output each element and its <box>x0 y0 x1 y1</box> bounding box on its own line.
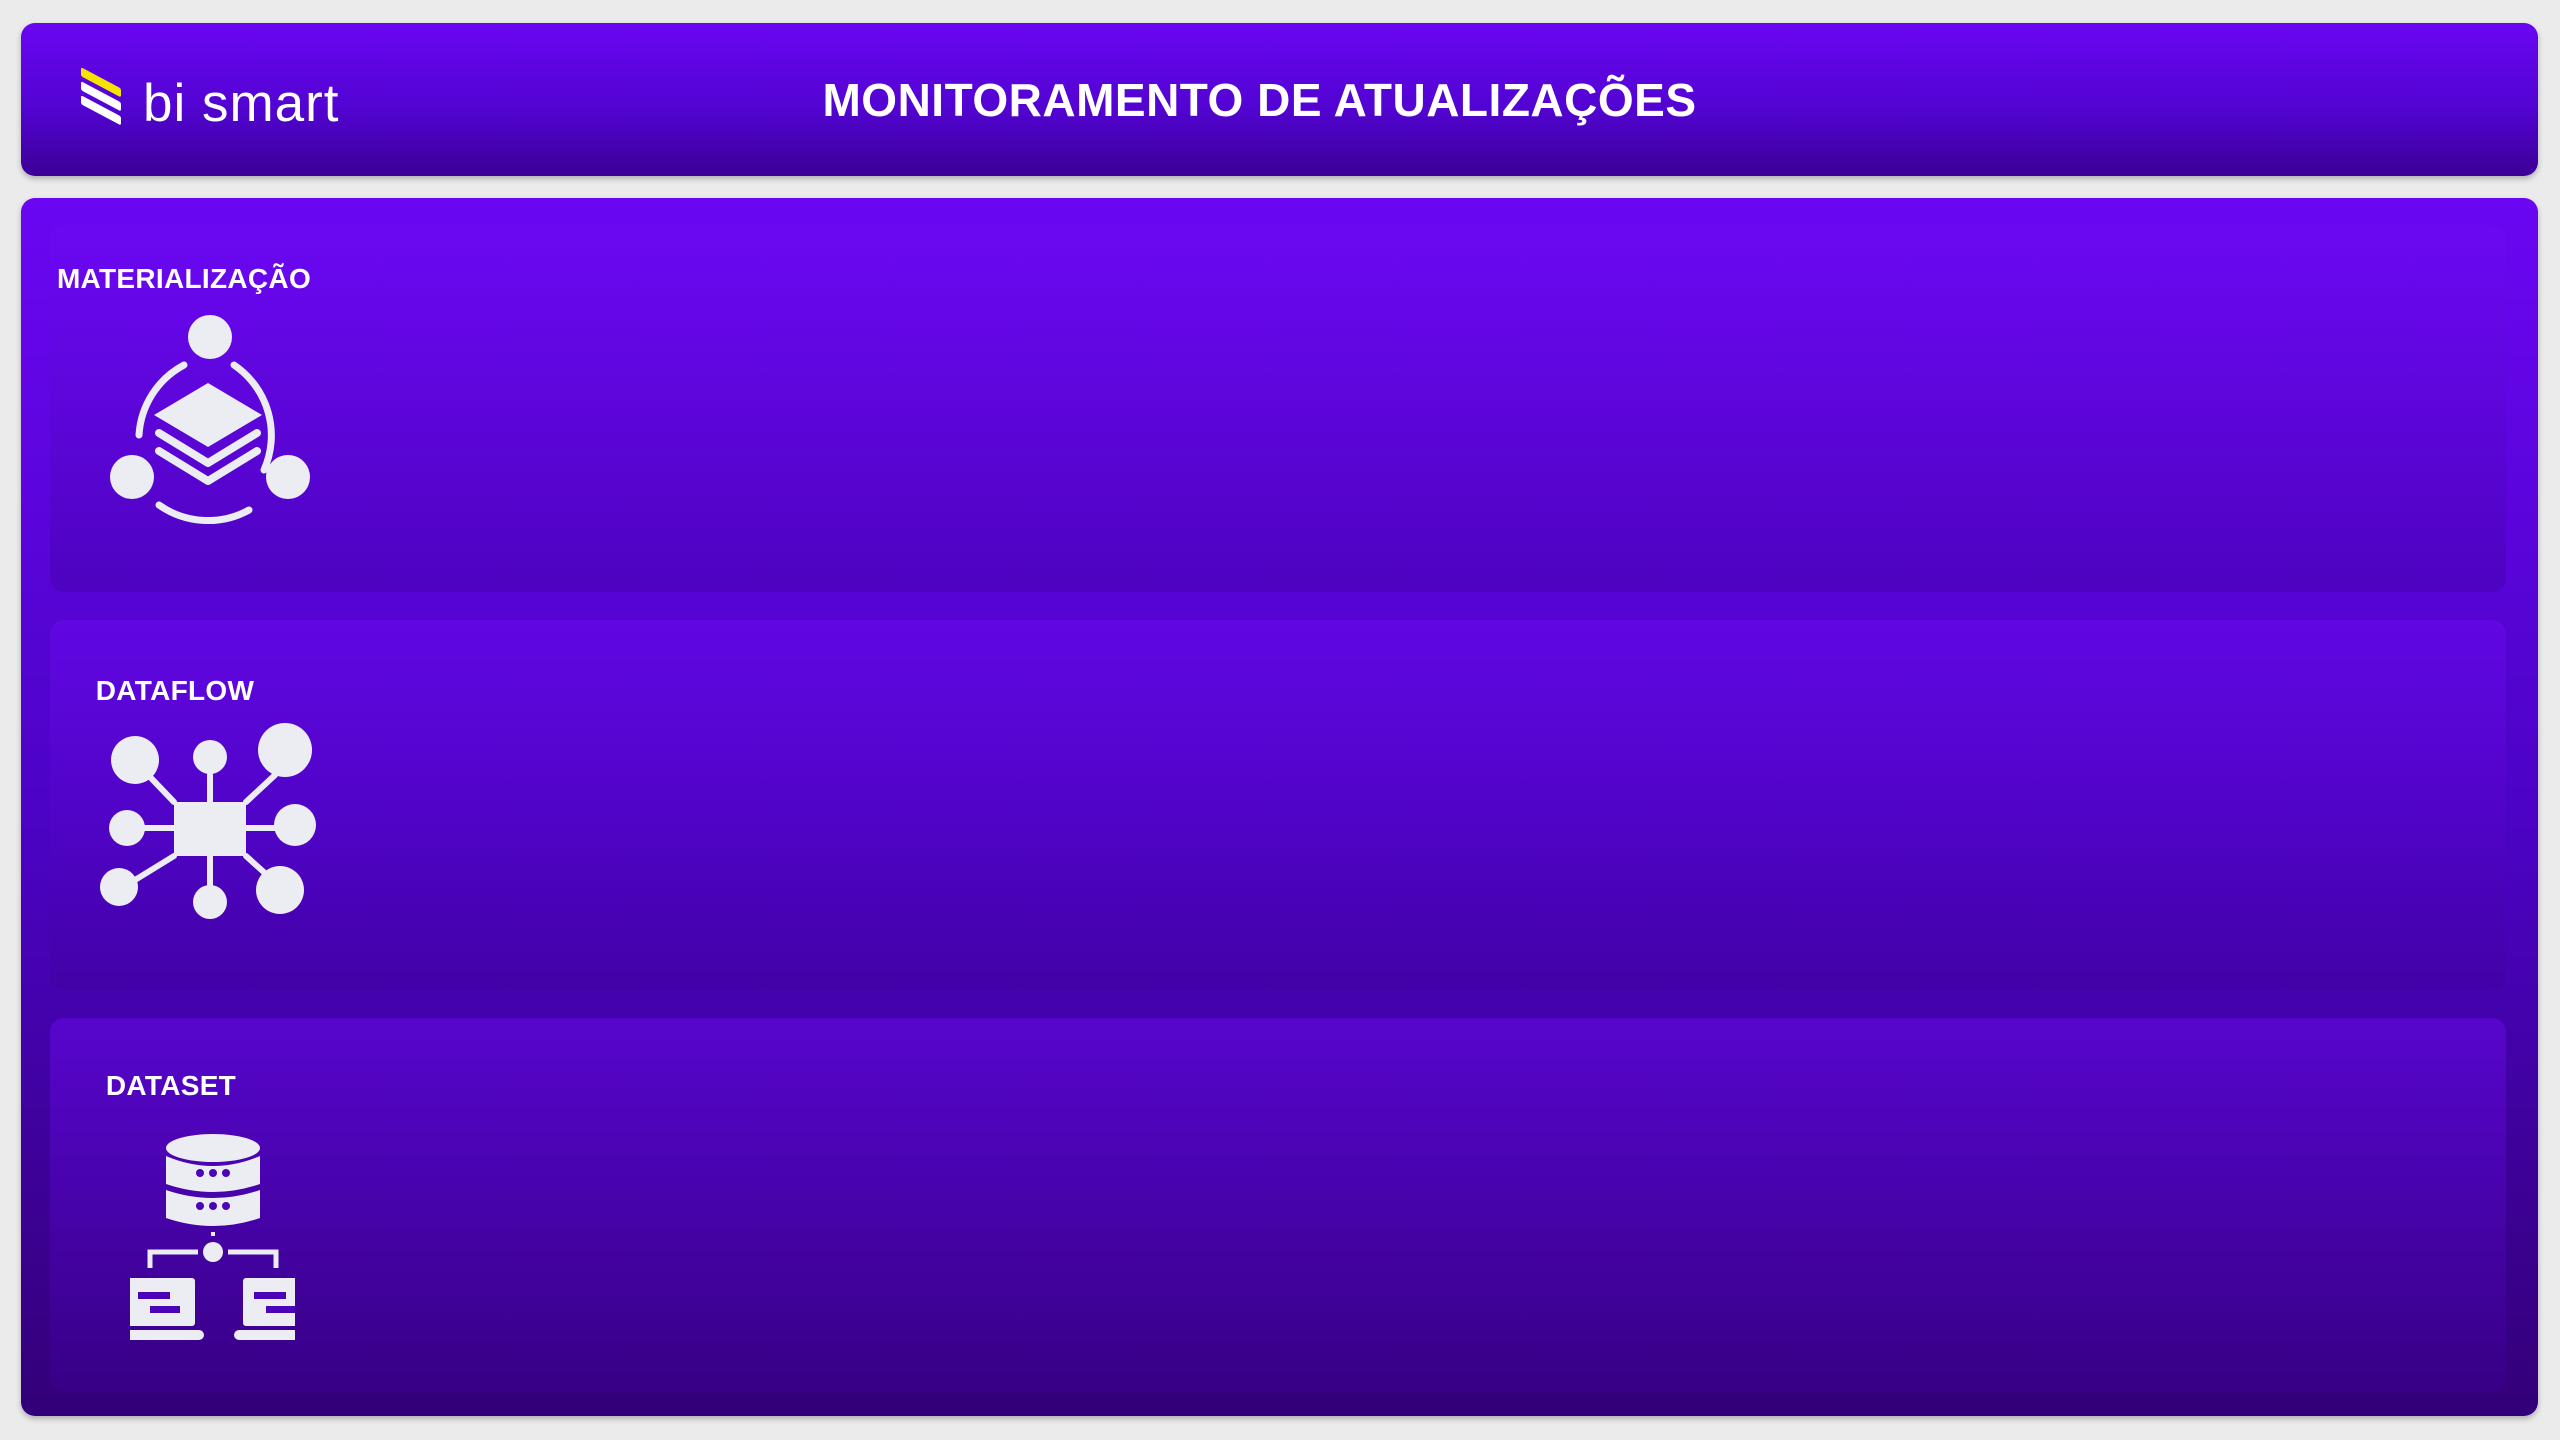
page-title: MONITORAMENTO DE ATUALIZAÇÕES <box>822 73 1697 126</box>
section-label-dataflow: DATAFLOW <box>95 675 255 706</box>
layers-cycle-icon[interactable] <box>104 315 314 530</box>
section-dataflow: DATAFLOW <box>50 620 2506 990</box>
main-panel: MATERIALIZAÇÃO DATAFLOW DATASET <box>21 198 2538 1416</box>
network-hub-icon[interactable] <box>95 720 335 925</box>
database-network-icon[interactable] <box>130 1128 295 1358</box>
section-label-dataset: DATASET <box>105 1070 237 1101</box>
header-bar: bi smart MONITORAMENTO DE ATUALIZAÇÕES <box>21 23 2538 176</box>
section-label-materializacao: MATERIALIZAÇÃO <box>56 263 312 294</box>
section-materializacao: MATERIALIZAÇÃO <box>50 225 2506 592</box>
section-dataset: DATASET <box>50 1018 2506 1392</box>
